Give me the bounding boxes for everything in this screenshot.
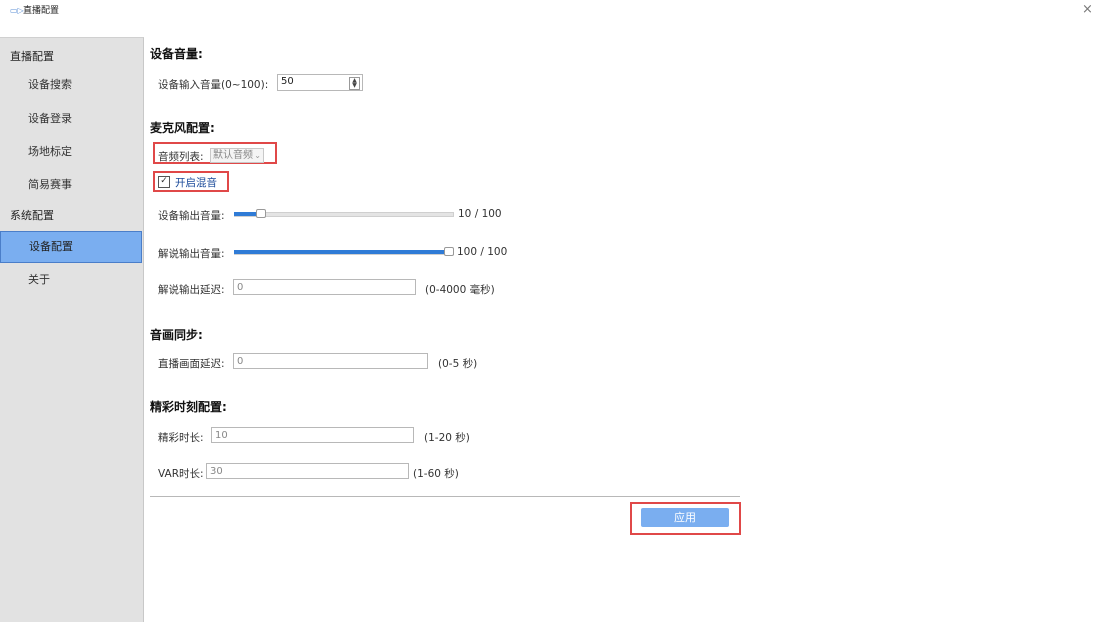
live-delay-note: (0-5 秒) xyxy=(438,358,478,370)
chevron-down-icon: ⌄ xyxy=(254,151,261,160)
highlight-duration-label: 精彩时长: xyxy=(158,432,204,444)
device-input-volume-label: 设备输入音量(0~100): xyxy=(158,79,269,91)
var-duration-note: (1-60 秒) xyxy=(413,468,459,480)
highlight-duration-note: (1-20 秒) xyxy=(424,432,470,444)
highlight-config-title: 精彩时刻配置: xyxy=(150,400,227,414)
sidebar-item-label: 设备配置 xyxy=(29,240,73,253)
title-bar: ▭▷ 直播配置 × xyxy=(0,0,1094,22)
app-icon: ▭▷ xyxy=(10,6,24,15)
commentary-delay-note: (0-4000 毫秒) xyxy=(425,284,495,296)
divider xyxy=(150,496,740,497)
live-delay-input[interactable]: 0 xyxy=(233,353,428,369)
commentary-volume-fill xyxy=(234,250,446,254)
mix-checkbox-label[interactable]: 开启混音 xyxy=(175,175,217,190)
sidebar-group-live-config: 直播配置 xyxy=(10,50,54,63)
sidebar-item-label: 设备搜索 xyxy=(28,78,72,91)
commentary-volume-text: 100 / 100 xyxy=(457,246,508,258)
device-output-volume-track[interactable] xyxy=(234,212,454,217)
window-title: 直播配置 xyxy=(23,6,60,16)
sidebar-item-label: 场地标定 xyxy=(28,145,72,158)
device-input-volume-spinbox[interactable]: 50 ▲ ▼ xyxy=(277,74,363,91)
device-output-volume-label: 设备输出音量: xyxy=(158,210,225,222)
live-delay-label: 直播画面延迟: xyxy=(158,358,225,370)
sidebar-item-label: 关于 xyxy=(28,273,50,286)
mix-checkbox[interactable]: ✓ xyxy=(158,176,170,188)
audio-list-label: 音频列表: xyxy=(158,151,204,163)
audio-list-dropdown[interactable]: 默认音频 ⌄ xyxy=(210,148,264,163)
close-icon[interactable]: × xyxy=(1082,2,1093,18)
var-duration-input[interactable]: 30 xyxy=(206,463,409,479)
sidebar-item-simple-match[interactable]: 简易赛事 xyxy=(0,170,143,200)
device-volume-title: 设备音量: xyxy=(150,47,203,61)
sidebar: 直播配置 设备搜索 设备登录 场地标定 简易赛事 系统配置 设备配置 关于 xyxy=(0,37,144,622)
sidebar-item-label: 简易赛事 xyxy=(28,178,72,191)
commentary-delay-input[interactable]: 0 xyxy=(233,279,416,295)
commentary-volume-label: 解说输出音量: xyxy=(158,248,225,260)
device-input-volume-value: 50 xyxy=(281,76,294,87)
sidebar-item-device-login[interactable]: 设备登录 xyxy=(0,104,143,134)
device-output-volume-fill xyxy=(234,212,258,216)
var-duration-label: VAR时长: xyxy=(158,468,204,480)
device-output-volume-handle[interactable] xyxy=(256,209,266,218)
sidebar-item-label: 设备登录 xyxy=(28,112,72,125)
spin-updown-icon[interactable]: ▲ ▼ xyxy=(349,77,360,90)
highlight-duration-input[interactable]: 10 xyxy=(211,427,414,443)
commentary-delay-label: 解说输出延迟: xyxy=(158,284,225,296)
sidebar-item-about[interactable]: 关于 xyxy=(0,265,143,295)
sidebar-item-field-calibration[interactable]: 场地标定 xyxy=(0,137,143,167)
av-sync-title: 音画同步: xyxy=(150,328,203,342)
audio-list-value: 默认音频 xyxy=(213,150,253,161)
mic-config-title: 麦克风配置: xyxy=(150,121,215,135)
apply-button[interactable]: 应用 xyxy=(641,508,729,527)
sidebar-group-system-config: 系统配置 xyxy=(10,209,54,222)
commentary-volume-handle[interactable] xyxy=(444,247,454,256)
sidebar-item-device-config[interactable]: 设备配置 xyxy=(0,231,142,263)
sidebar-item-device-search[interactable]: 设备搜索 xyxy=(0,70,143,100)
device-output-volume-text: 10 / 100 xyxy=(458,208,502,220)
